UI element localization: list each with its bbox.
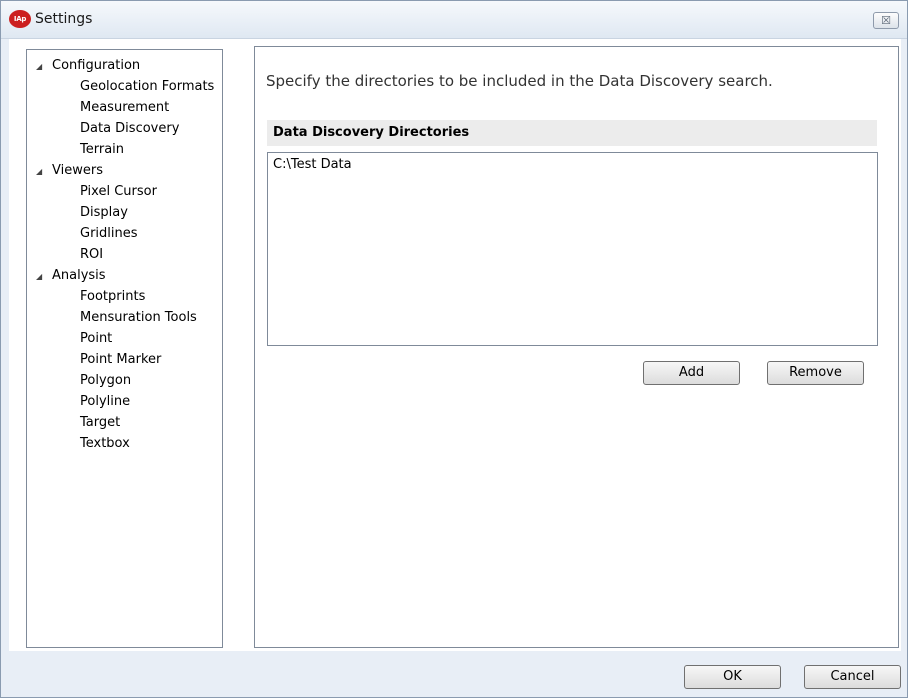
tree-group-configuration[interactable]: ◢ Configuration [36, 57, 140, 75]
tree-item-mensuration-tools[interactable]: Mensuration Tools [80, 309, 197, 326]
tree-item-point-marker[interactable]: Point Marker [80, 351, 161, 368]
tree-item-polygon[interactable]: Polygon [80, 372, 131, 389]
expanded-arrow-icon[interactable]: ◢ [36, 163, 46, 180]
tree-item-display[interactable]: Display [80, 204, 128, 221]
tree-group-label: Analysis [52, 268, 106, 283]
tree-item-pixel-cursor[interactable]: Pixel Cursor [80, 183, 157, 200]
settings-window: IAp Settings ☒ ◢ Configuration Geolocatio… [0, 0, 908, 698]
app-logo-icon: IAp [9, 10, 31, 28]
tree-item-polyline[interactable]: Polyline [80, 393, 130, 410]
expanded-arrow-icon[interactable]: ◢ [36, 268, 46, 285]
tree-group-label: Viewers [52, 163, 103, 178]
expanded-arrow-icon[interactable]: ◢ [36, 58, 46, 75]
tree-item-target[interactable]: Target [80, 414, 120, 431]
settings-tree: ◢ Configuration Geolocation Formats Measu… [26, 49, 223, 648]
tree-item-measurement[interactable]: Measurement [80, 99, 169, 116]
tree-group-label: Configuration [52, 58, 141, 73]
tree-item-point[interactable]: Point [80, 330, 112, 347]
section-header: Data Discovery Directories [267, 120, 877, 146]
remove-button[interactable]: Remove [767, 361, 864, 385]
page-description: Specify the directories to be included i… [266, 72, 773, 90]
title-bar[interactable]: IAp Settings ☒ [1, 1, 907, 39]
tree-item-gridlines[interactable]: Gridlines [80, 225, 138, 242]
add-button[interactable]: Add [643, 361, 740, 385]
directories-list[interactable]: C:\Test Data [267, 152, 878, 346]
tree-item-data-discovery[interactable]: Data Discovery [80, 120, 179, 137]
tree-item-footprints[interactable]: Footprints [80, 288, 145, 305]
list-item[interactable]: C:\Test Data [273, 157, 352, 173]
close-button[interactable]: ☒ [873, 12, 899, 29]
ok-button[interactable]: OK [684, 665, 781, 689]
tree-item-roi[interactable]: ROI [80, 246, 103, 263]
cancel-button[interactable]: Cancel [804, 665, 901, 689]
tree-group-analysis[interactable]: ◢ Analysis [36, 267, 106, 285]
window-title: Settings [35, 11, 93, 27]
tree-item-terrain[interactable]: Terrain [80, 141, 124, 158]
tree-group-viewers[interactable]: ◢ Viewers [36, 162, 103, 180]
dialog-footer: OK Cancel [1, 651, 907, 697]
dialog-body: ◢ Configuration Geolocation Formats Measu… [9, 39, 901, 651]
settings-content-panel: Specify the directories to be included i… [254, 46, 899, 648]
tree-item-geolocation-formats[interactable]: Geolocation Formats [80, 78, 214, 95]
tree-item-textbox[interactable]: Textbox [80, 435, 130, 452]
